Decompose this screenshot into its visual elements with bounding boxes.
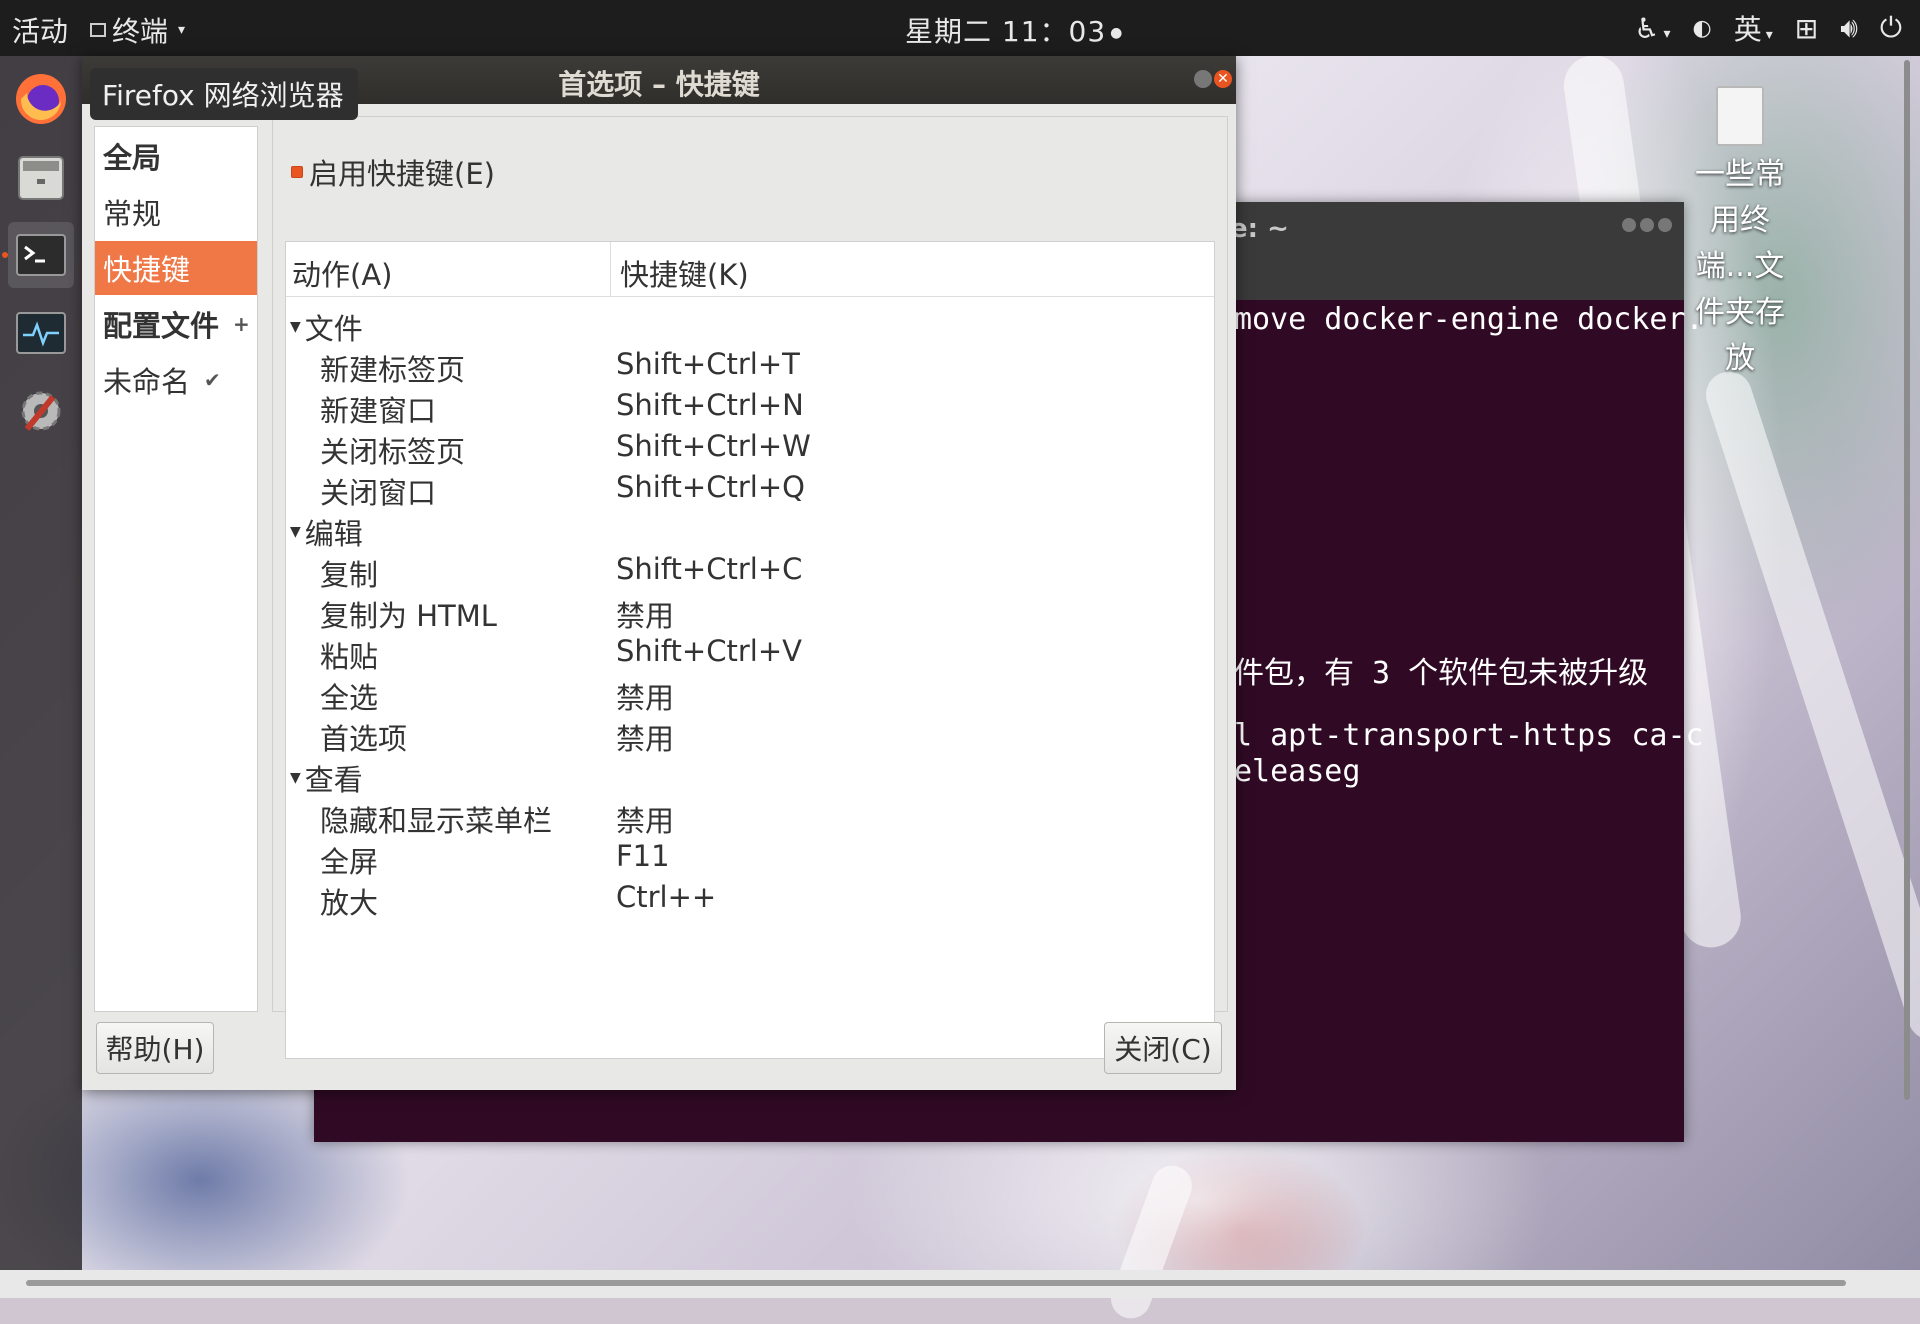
terminal-line: l apt-transport-https ca-c: [1234, 718, 1704, 753]
notification-dot-icon: ●: [1110, 25, 1124, 41]
language-label: 英: [1733, 13, 1762, 46]
column-header-shortcut[interactable]: 快捷键(K): [620, 252, 749, 294]
dock-firefox[interactable]: [8, 66, 74, 132]
terminal-line: move docker-engine docker.: [1234, 302, 1704, 337]
top-bar: 活动 终端 ▾ 星期二 11：03 ● ♿ ▾ ◐ 英 ▾ ⊞ 🔊︎ ⏻: [0, 0, 1920, 56]
close-icon[interactable]: ✕: [1214, 70, 1232, 88]
vertical-scrollbar[interactable]: [1904, 60, 1910, 1100]
shortcut-value[interactable]: Shift+Ctrl+W: [616, 429, 811, 463]
preferences-dialog: 首选项 – 快捷键 ✕ 全局 常规 快捷键 配置文件 + 未命名 ✔ 启用快捷键(E…: [82, 56, 1236, 1090]
terminal-line: eleaseg: [1234, 754, 1361, 789]
dock-tooltip: Firefox 网络浏览器: [90, 68, 358, 120]
terminal-title: e: ~: [1230, 214, 1289, 244]
clock-text: 星期二 11：03: [905, 15, 1107, 48]
shortcut-value[interactable]: Shift+Ctrl+C: [616, 552, 802, 586]
system-tray: ♿ ▾ ◐ 英 ▾ ⊞ 🔊︎ ⏻: [1634, 8, 1902, 48]
sidebar-item-general[interactable]: 常规: [95, 185, 257, 239]
tree-row[interactable]: 放大 Ctrl++: [286, 874, 1214, 924]
tree-header: 动作(A) 快捷键(K): [286, 242, 1214, 297]
expander-down-icon[interactable]: ▼: [290, 319, 301, 335]
expander-down-icon[interactable]: ▼: [290, 770, 301, 786]
language-indicator[interactable]: 英 ▾: [1734, 8, 1773, 48]
terminal-line: 件包，有 3 个软件包未被升级: [1234, 656, 1649, 691]
firefox-icon: [16, 74, 66, 124]
power-icon[interactable]: ⏻: [1880, 11, 1902, 45]
desktop-folder[interactable]: 一些常用终端...文件夹存放: [1680, 86, 1800, 382]
shortcut-value[interactable]: Ctrl++: [616, 880, 716, 914]
enable-shortcuts-checkbox[interactable]: 启用快捷键(E): [291, 151, 495, 193]
dock-system-monitor[interactable]: [8, 300, 74, 366]
file-icon: [1716, 86, 1764, 146]
column-separator: [610, 242, 611, 296]
sidebar-item-label: 常规: [103, 197, 162, 231]
shortcut-value[interactable]: Shift+Ctrl+Q: [616, 470, 805, 504]
close-button[interactable]: 关闭(C): [1104, 1022, 1222, 1074]
files-icon: [18, 156, 64, 200]
sidebar-item-shortcuts[interactable]: 快捷键: [95, 241, 257, 295]
network-icon[interactable]: ⊞: [1795, 12, 1818, 45]
add-profile-icon[interactable]: +: [233, 312, 250, 336]
shortcut-value[interactable]: Shift+Ctrl+V: [616, 634, 802, 668]
sidebar-item-label: 配置文件: [103, 309, 220, 343]
volume-icon[interactable]: 🔊︎: [1840, 11, 1858, 45]
app-menu-label: 终端: [112, 15, 169, 48]
default-profile-check-icon: ✔: [204, 368, 221, 392]
sidebar-item-label: 快捷键: [103, 253, 191, 287]
dock-settings[interactable]: [8, 378, 74, 444]
checkbox-checked-icon: [291, 166, 303, 178]
shortcuts-panel: 启用快捷键(E) 动作(A) 快捷键(K) ▼ 文件 新建标签页 Shift+Ct…: [272, 116, 1228, 1059]
clock[interactable]: 星期二 11：03 ●: [905, 10, 1123, 50]
desktop-folder-label: 一些常用终端...文件夹存放: [1695, 157, 1785, 376]
dock-files[interactable]: [8, 144, 74, 210]
shortcut-value[interactable]: F11: [616, 839, 670, 873]
accessibility-icon[interactable]: ♿ ▾: [1634, 12, 1670, 45]
action-label: 放大: [320, 886, 379, 920]
sidebar-item-global[interactable]: 全局: [95, 129, 257, 183]
shortcut-value[interactable]: Shift+Ctrl+N: [616, 388, 804, 422]
input-method-icon[interactable]: ◐: [1692, 16, 1711, 41]
activities-button[interactable]: 活动: [12, 10, 68, 50]
terminal-window-controls[interactable]: [1622, 218, 1672, 232]
settings-icon: [21, 391, 61, 431]
sidebar-item-label: 未命名: [103, 365, 191, 399]
running-indicator: [2, 252, 8, 258]
dock-terminal[interactable]: [8, 222, 74, 288]
preferences-sidebar: 全局 常规 快捷键 配置文件 + 未命名 ✔: [94, 126, 258, 1012]
system-monitor-icon: [16, 312, 66, 354]
minimize-icon[interactable]: [1194, 70, 1212, 88]
help-button[interactable]: 帮助(H): [96, 1022, 214, 1074]
sidebar-item-profiles[interactable]: 配置文件 +: [95, 297, 257, 351]
dock: [0, 56, 82, 1298]
column-header-action[interactable]: 动作(A): [292, 252, 392, 294]
expander-down-icon[interactable]: ▼: [290, 524, 301, 540]
shortcuts-tree[interactable]: 动作(A) 快捷键(K) ▼ 文件 新建标签页 Shift+Ctrl+T 新建窗口…: [285, 241, 1215, 1059]
chevron-down-icon: ▾: [178, 22, 186, 38]
enable-shortcuts-label: 启用快捷键(E): [309, 157, 495, 191]
horizontal-scrollbar[interactable]: [26, 1280, 1846, 1286]
app-menu[interactable]: 终端 ▾: [90, 10, 185, 50]
terminal-icon: [16, 234, 66, 276]
terminal-icon: [90, 23, 106, 37]
sidebar-item-label: 全局: [103, 141, 162, 175]
shortcut-value[interactable]: Shift+Ctrl+T: [616, 347, 800, 381]
sidebar-item-unnamed-profile[interactable]: 未命名 ✔: [95, 353, 257, 407]
